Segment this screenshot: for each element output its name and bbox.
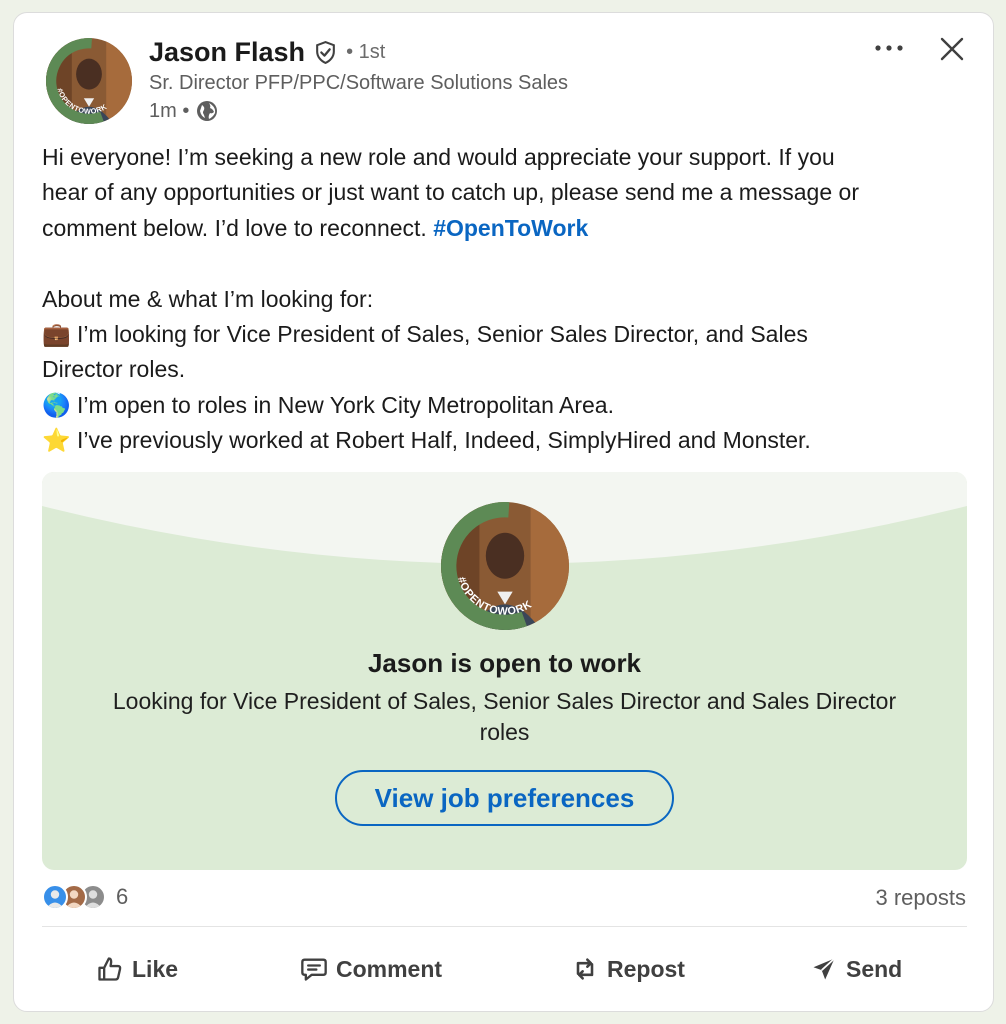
banner-title: Jason is open to work [367,648,642,678]
bullet-line: 🌎 I’m open to roles in New York City Met… [42,388,977,423]
briefcase-icon: 💼 [42,321,71,348]
reaction-count: 6 [116,884,129,909]
verified-shield-icon [313,40,338,65]
connection-degree: • 1st [346,41,386,63]
repost-icon [571,955,599,983]
comment-button[interactable]: Comment [300,949,442,989]
reactor-avatar [42,884,68,910]
post-line: Hi everyone! I’m seeking a new role and … [42,144,835,170]
post-time: 1m • [149,99,190,122]
like-button[interactable]: Like [96,949,178,989]
divider [42,926,967,927]
comment-icon [300,955,328,983]
open-to-work-banner[interactable]: #OPENTOWORK Jason is open to work Lookin… [42,472,967,870]
send-label: Send [846,955,903,982]
bullet-line: Director roles. [42,352,977,387]
close-icon [940,37,964,61]
close-button[interactable] [936,33,968,65]
bullet-line: 💼 I’m looking for Vice President of Sale… [42,317,977,352]
post-line-text: comment below. I’d love to reconnect. [42,214,434,241]
repost-label: Repost [607,955,685,982]
author-name[interactable]: Jason Flash [149,37,305,68]
star-icon: ⭐ [42,427,71,454]
post-meta: 1m • [149,99,219,123]
bullet-text: I’m looking for Vice President of Sales,… [77,321,808,348]
reaction-avatars [42,883,110,911]
post-line: comment below. I’d love to reconnect. #O… [42,211,977,246]
about-heading: About me & what I’m looking for: [42,285,374,312]
feed-post-card: #OPENTOWORK Jason Flash • 1st Sr. Direct… [13,12,994,1012]
comment-label: Comment [336,955,443,982]
globe-icon [195,99,219,123]
post-body: Hi everyone! I’m seeking a new role and … [42,140,977,459]
thumbs-up-icon [96,955,124,983]
author-avatar[interactable]: #OPENTOWORK [46,38,132,124]
repost-button[interactable]: Repost [571,949,685,989]
send-button[interactable]: Send [810,949,902,989]
author-name-row: Jason Flash • 1st [149,37,385,68]
view-job-preferences-button[interactable]: View job preferences [335,770,674,826]
banner-avatar: #OPENTOWORK [441,502,569,630]
banner-description: Looking for Vice President of Sales, Sen… [112,688,897,745]
post-line: hear of any opportunities or just want t… [42,179,859,206]
bullet-text: Director roles. [42,356,186,383]
author-headline: Sr. Director PFP/PPC/Software Solutions … [149,72,569,94]
hashtag-link[interactable]: #OpenToWork [433,215,588,241]
reposts-count[interactable]: 3 reposts [876,885,967,911]
reactions-summary[interactable]: 6 [42,883,128,911]
send-icon [810,955,838,983]
bullet-text: I’m open to roles in New York City Metro… [77,391,614,418]
like-label: Like [132,955,179,982]
globe-emoji-icon: 🌎 [42,391,71,418]
ellipsis-icon [875,45,903,51]
bullet-line: ⭐ I’ve previously worked at Robert Half,… [42,423,977,458]
more-options-button[interactable] [869,35,909,61]
bullet-text: I’ve previously worked at Robert Half, I… [77,427,811,454]
